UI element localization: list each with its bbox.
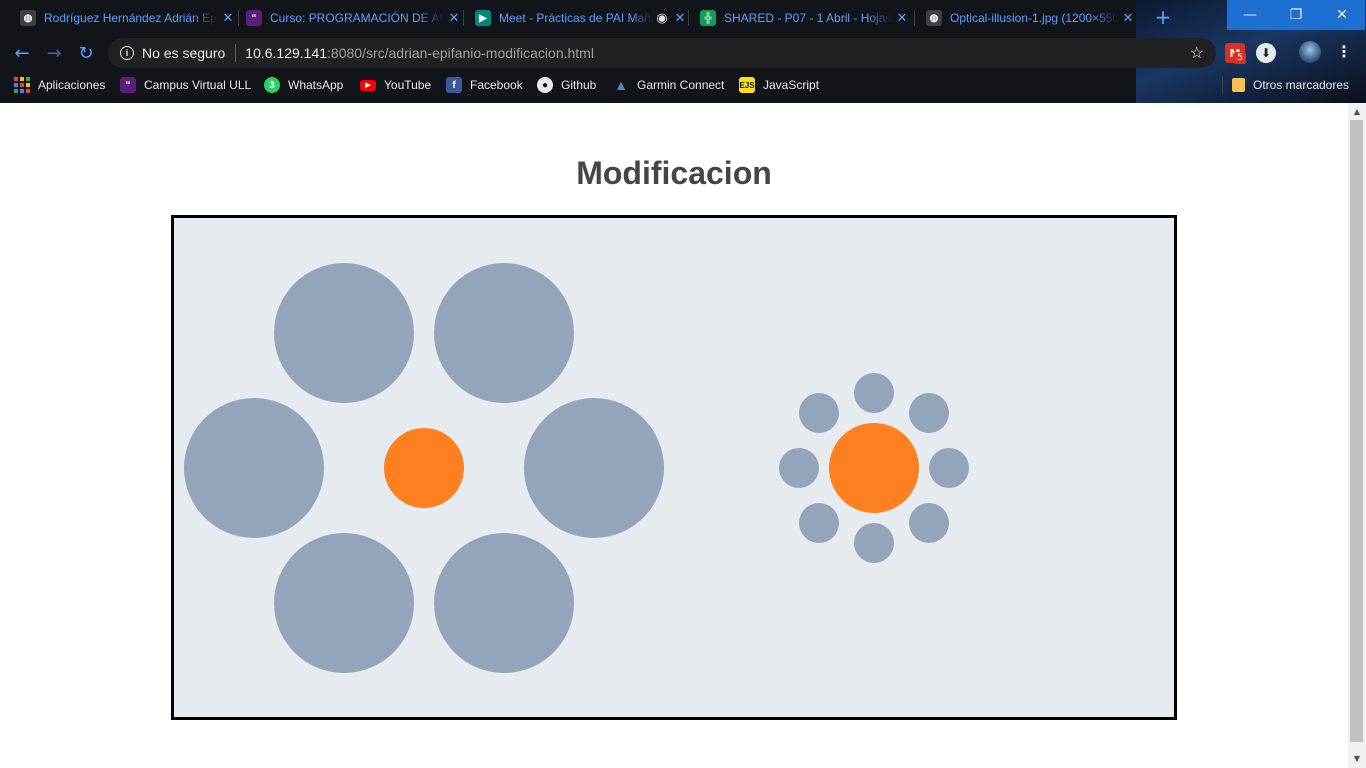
browser-chrome: ◍ Rodríguez Hernández Adrián Epifanio ✕ …: [0, 0, 1366, 103]
github-icon: ●: [537, 77, 553, 93]
right-surround-circle: [854, 373, 894, 413]
bookmark-github[interactable]: ● Github: [537, 76, 596, 94]
bookmarks-separator: [1222, 76, 1223, 94]
bookmark-facebook[interactable]: f Facebook: [446, 76, 523, 94]
whatsapp-icon: 3: [264, 77, 280, 93]
tab-3[interactable]: ▶ Meet - Prácticas de PAI Mañana ◉ ✕: [455, 2, 690, 34]
bookmark-apps[interactable]: Aplicaciones: [14, 76, 105, 94]
vertical-scrollbar[interactable]: ▲ ▼: [1348, 103, 1366, 768]
toolbar: ← → ↻ i No es seguro 10.6.129.141 :8080/…: [0, 35, 1366, 69]
close-window-button[interactable]: ✕: [1319, 0, 1365, 30]
bookmark-whatsapp[interactable]: 3 WhatsApp: [264, 76, 343, 94]
tab-2[interactable]: “ Curso: PROGRAMACIÓN DE APLICACIONES ✕: [226, 2, 464, 34]
tab-title: Rodríguez Hernández Adrián Epifanio: [44, 11, 218, 25]
tab-5[interactable]: ◍ Optical-illusion-1.jpg (1200×550) ✕: [906, 2, 1138, 34]
bookmark-youtube[interactable]: ▶ YouTube: [360, 76, 431, 94]
right-surround-circle: [779, 448, 819, 488]
javascript-icon: EJS: [739, 77, 755, 93]
maximize-button[interactable]: ❐: [1273, 0, 1319, 30]
scroll-down-arrow-icon[interactable]: ▼: [1348, 752, 1366, 766]
garmin-icon: ▲: [614, 77, 628, 93]
address-bar[interactable]: i No es seguro 10.6.129.141 :8080/src/ad…: [108, 38, 1216, 68]
left-surround-circle: [274, 533, 414, 673]
facebook-icon: f: [446, 77, 462, 93]
recording-icon: ◉: [656, 10, 668, 25]
right-surround-circle: [854, 523, 894, 563]
bookmark-label: Github: [561, 78, 597, 92]
tab-title: SHARED - P07 - 1 Abril - Hojas de cálcul…: [724, 11, 892, 25]
folder-icon: [1232, 78, 1245, 92]
bookmark-label: Campus Virtual ULL: [144, 78, 252, 92]
menu-icon[interactable]: ⋮: [1336, 40, 1352, 64]
meet-icon: ▶: [475, 10, 491, 26]
bookmark-label: JavaScript: [763, 78, 820, 92]
bookmark-label: YouTube: [384, 78, 432, 92]
bookmark-other-folder[interactable]: Otros marcadores: [1232, 76, 1349, 94]
right-surround-circle: [909, 393, 949, 433]
globe-icon: ◍: [20, 10, 36, 26]
scroll-up-arrow-icon[interactable]: ▲: [1348, 105, 1366, 119]
url-host: 10.6.129.141: [245, 45, 328, 61]
left-surround-circle: [434, 263, 574, 403]
address-separator: [235, 44, 237, 62]
info-icon[interactable]: i: [120, 46, 134, 60]
page-content: Modificacion: [0, 103, 1348, 768]
bookmark-label: Aplicaciones: [38, 78, 106, 92]
sheets-icon: ╬: [700, 10, 716, 26]
bookmark-javascript[interactable]: EJS JavaScript: [739, 76, 819, 94]
right-center-circle: [829, 423, 919, 513]
scroll-thumb[interactable]: [1350, 120, 1363, 742]
left-surround-circle: [524, 398, 664, 538]
url-path: :8080/src/adrian-epifanio-modificacion.h…: [327, 45, 594, 61]
tab-title: Meet - Prácticas de PAI Mañana: [499, 11, 654, 25]
new-tab-button[interactable]: +: [1152, 4, 1174, 30]
bookmark-label: WhatsApp: [288, 78, 344, 92]
illusion-drawing: [184, 263, 969, 673]
right-surround-circle: [909, 503, 949, 543]
right-surround-circle: [799, 503, 839, 543]
right-surround-circle: [929, 448, 969, 488]
tab-title: Curso: PROGRAMACIÓN DE APLICACIONES: [270, 11, 444, 25]
moodle-icon: “: [246, 10, 262, 26]
forward-button[interactable]: →: [41, 40, 67, 66]
page-title: Modificacion: [576, 155, 772, 191]
bookmarks-bar: Aplicaciones “ Campus Virtual ULL 3 What…: [0, 70, 1366, 100]
tab-title: Optical-illusion-1.jpg (1200×550): [950, 11, 1118, 25]
left-surround-circle: [274, 263, 414, 403]
bookmark-star-icon[interactable]: ☆: [1190, 43, 1204, 63]
moodle-icon: “: [120, 77, 136, 93]
download-extension-icon[interactable]: ⬇: [1256, 43, 1276, 63]
apps-grid-icon: [14, 77, 30, 93]
bookmark-label: Otros marcadores: [1253, 78, 1350, 92]
gmail-unread-badge: 5: [1234, 52, 1246, 64]
left-surround-circle: [434, 533, 574, 673]
bookmark-label: Garmin Connect: [637, 78, 725, 92]
left-surround-circle: [184, 398, 324, 538]
tab-4[interactable]: ╬ SHARED - P07 - 1 Abril - Hojas de cálc…: [680, 2, 912, 34]
minimize-button[interactable]: —: [1227, 0, 1273, 30]
bookmark-garmin[interactable]: ▲ Garmin Connect: [613, 76, 724, 94]
bookmark-campus-virtual[interactable]: “ Campus Virtual ULL: [120, 76, 251, 94]
left-center-circle: [384, 428, 464, 508]
close-icon[interactable]: ✕: [1118, 10, 1138, 26]
tab-1[interactable]: ◍ Rodríguez Hernández Adrián Epifanio ✕: [0, 2, 238, 34]
right-surround-circle: [799, 393, 839, 433]
tab-strip: ◍ Rodríguez Hernández Adrián Epifanio ✕ …: [0, 0, 1366, 34]
back-button[interactable]: ←: [9, 40, 35, 66]
globe-icon: ◍: [926, 10, 942, 26]
bookmark-label: Facebook: [470, 78, 523, 92]
security-label[interactable]: No es seguro: [142, 45, 225, 61]
youtube-icon: ▶: [360, 79, 376, 91]
illusion-canvas: [171, 215, 1177, 720]
reload-button[interactable]: ↻: [73, 40, 99, 66]
profile-avatar[interactable]: [1299, 41, 1321, 63]
